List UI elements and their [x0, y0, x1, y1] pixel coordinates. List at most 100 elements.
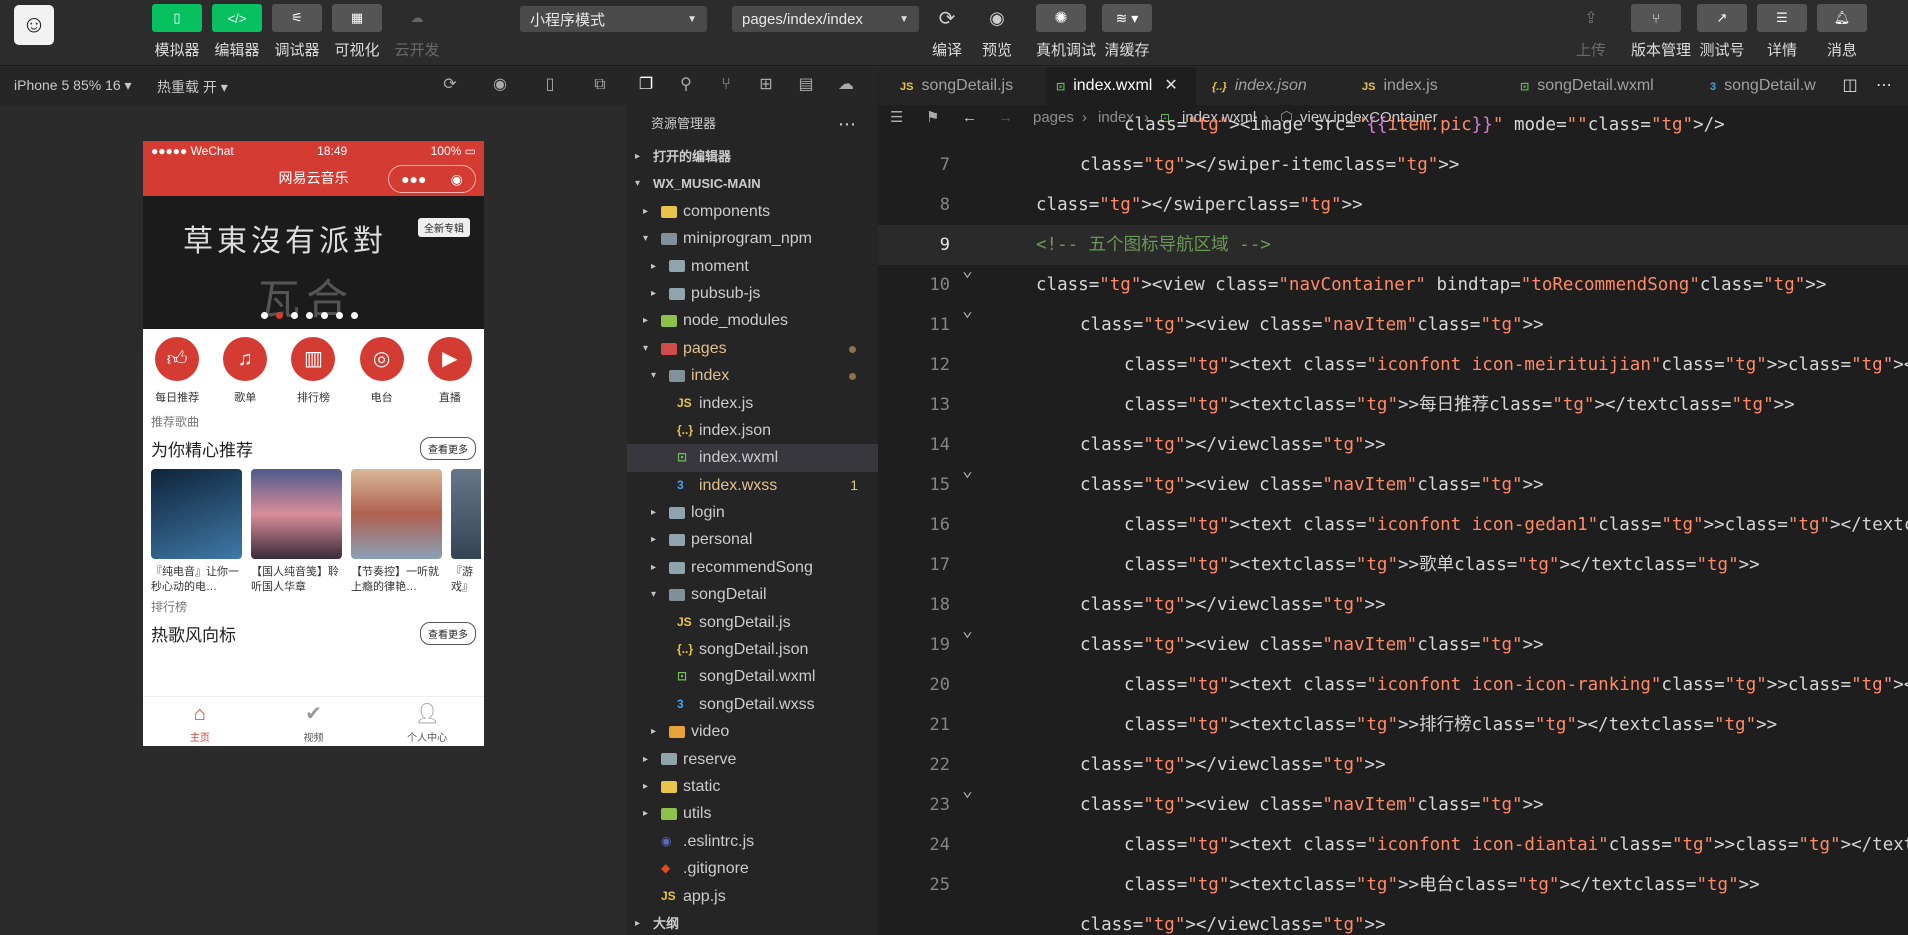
chevron-right-icon[interactable]: ▸ [651, 280, 656, 307]
tree-folder[interactable]: ▸ personal [627, 526, 878, 553]
code-line[interactable]: 9 <!-- 五个图标导航区域 --> [878, 225, 1908, 265]
code-line[interactable]: class="tg"><image src="{{item.pic}}" mod… [878, 105, 1908, 145]
tab-index-wxml[interactable]: ⊡ index.wxml ✕ [1046, 67, 1196, 105]
code-line[interactable]: 25 class="tg"><textclass="tg">>电台class="t… [878, 865, 1908, 905]
tree-file[interactable]: JS app.js [627, 883, 878, 910]
page-select[interactable]: pages/index/index ▼ [732, 6, 919, 32]
stop-icon[interactable]: ◉ [490, 75, 510, 95]
fold-chevron-icon[interactable]: ⌄ [962, 291, 973, 331]
nav-daily[interactable]: 👍︎ 每日推荐 [147, 337, 207, 409]
chevron-right-icon[interactable]: ▸ [651, 499, 656, 526]
code-line[interactable]: class="tg"></viewclass="tg">> [878, 905, 1908, 935]
tree-file[interactable]: ⊡ index.wxml [627, 444, 878, 472]
code-line[interactable]: 19 ⌄ class="tg"><view class="navItem"class… [878, 620, 1908, 665]
tree-section[interactable]: ▸ 大纲 [627, 910, 878, 935]
tab-songdetail-wxml[interactable]: ⊡ songDetail.wxml [1510, 67, 1660, 105]
code-line[interactable]: 21 class="tg"><textclass="tg">>排行榜class="… [878, 705, 1908, 745]
tree-file[interactable]: ◆ .gitignore [627, 855, 878, 882]
extensions-icon[interactable]: ⊞ [756, 75, 776, 95]
chevron-down-icon[interactable]: ▾ [651, 362, 656, 389]
tree-file[interactable]: {..} index.json [627, 417, 878, 444]
mode-select[interactable]: 小程序模式 ▼ [520, 6, 707, 32]
chevron-right-icon[interactable]: ▸ [651, 253, 656, 280]
more-dots-icon[interactable]: ●●● [401, 162, 426, 197]
capsule-menu[interactable]: ●●● ◉ [388, 165, 476, 193]
tree-file[interactable]: {..} songDetail.json [627, 636, 878, 663]
nav-live[interactable]: ▶ 直播 [420, 337, 480, 409]
tree-folder[interactable]: ▸ components [627, 198, 878, 225]
fold-chevron-icon[interactable]: ⌄ [962, 451, 973, 491]
user-avatar[interactable]: ☺ [14, 5, 54, 45]
debugger-button[interactable]: ⚟ 调试器 [272, 4, 322, 60]
code-line[interactable]: 7 class="tg"></swiper-itemclass="tg">> [878, 145, 1908, 185]
tree-folder[interactable]: ▸ static [627, 773, 878, 800]
nav-ranking[interactable]: ▥ 排行榜 [283, 337, 343, 409]
remote-debug-button[interactable]: ✺ 真机调试 [1036, 4, 1096, 60]
tree-folder[interactable]: ▾ pages [627, 335, 878, 362]
messages-button[interactable]: 🔔︎ 消息 [1817, 4, 1867, 60]
chevron-right-icon[interactable]: ▸ [643, 198, 648, 225]
chevron-right-icon[interactable]: ▸ [651, 718, 656, 745]
tab-index-json[interactable]: {..} index.json [1202, 67, 1322, 105]
compile-button[interactable]: ⟳ 编译 [922, 4, 972, 60]
recommend-item[interactable]: 『纯电音』让你一秒心动的电… [151, 469, 242, 594]
tree-section[interactable]: ▾ WX_MUSIC-MAIN [627, 170, 878, 197]
chevron-right-icon[interactable]: ▸ [635, 143, 640, 170]
upload-button[interactable]: ⇪ 上传 [1566, 4, 1616, 60]
nav-radio[interactable]: ◎ 电台 [352, 337, 412, 409]
phone-icon[interactable]: ▯ [540, 75, 560, 95]
editor-button[interactable]: </> 编辑器 [212, 4, 262, 60]
simulator-button[interactable]: ▯ 模拟器 [152, 4, 202, 60]
hot-reload-toggle[interactable]: 热重载 开 ▾ [157, 77, 228, 97]
chevron-right-icon[interactable]: ▸ [635, 910, 640, 935]
code-line[interactable]: 23 ⌄ class="tg"><view class="navItem"class… [878, 780, 1908, 825]
chevron-right-icon[interactable]: ▸ [643, 800, 648, 827]
details-button[interactable]: ☰ 详情 [1757, 4, 1807, 60]
tab-personal[interactable]: 👤︎ 个人中心 [387, 697, 467, 746]
chevron-right-icon[interactable]: ▸ [643, 307, 648, 334]
tree-file[interactable]: 3 songDetail.wxss [627, 691, 878, 718]
popout-icon[interactable]: ⧉ [590, 75, 610, 95]
code-line[interactable]: 20 class="tg"><text class="iconfont icon-… [878, 665, 1908, 705]
chevron-down-icon[interactable]: ▾ [651, 581, 656, 608]
close-icon[interactable]: ✕ [1164, 77, 1177, 94]
code-line[interactable]: 15 ⌄ class="tg"><view class="navItem"class… [878, 460, 1908, 505]
tab-index-js[interactable]: JS index.js [1352, 67, 1452, 105]
more-icon[interactable]: ⋯ [1874, 76, 1894, 96]
code-line[interactable]: 11 ⌄ class="tg"><view class="navItem"class… [878, 300, 1908, 345]
visual-button[interactable]: ▦ 可视化 [332, 4, 382, 60]
tab-songdetail-wxss[interactable]: 3 songDetail.w [1700, 67, 1835, 105]
code-line[interactable]: 10 ⌄ class="tg"><view class="navContainer"… [878, 260, 1908, 305]
chevron-right-icon[interactable]: ▸ [643, 746, 648, 773]
code-line[interactable]: 22 class="tg"></viewclass="tg">> [878, 745, 1908, 785]
tree-file[interactable]: ⊡ songDetail.wxml [627, 663, 878, 690]
code-line[interactable]: 12 class="tg"><text class="iconfont icon-… [878, 345, 1908, 385]
tree-folder[interactable]: ▸ reserve [627, 746, 878, 773]
code-line[interactable]: 18 class="tg"></viewclass="tg">> [878, 585, 1908, 625]
code-line[interactable]: 14 class="tg"></viewclass="tg">> [878, 425, 1908, 465]
tab-home[interactable]: ⌂ 主页 [160, 697, 240, 746]
chevron-down-icon[interactable]: ▾ [643, 225, 648, 252]
code-line[interactable]: 17 class="tg"><textclass="tg">>歌单class="t… [878, 545, 1908, 585]
tab-songdetail-js[interactable]: JS songDetail.js [890, 67, 1014, 105]
recommend-item[interactable]: 『游戏』必备… [451, 469, 481, 594]
tree-file[interactable]: ◉ .eslintrc.js [627, 828, 878, 855]
cloud-icon[interactable]: ☁ [836, 75, 856, 95]
chevron-down-icon[interactable]: ▾ [635, 170, 640, 197]
preview-button[interactable]: ◉ 预览 [972, 4, 1022, 60]
fold-chevron-icon[interactable]: ⌄ [962, 611, 973, 651]
tree-folder[interactable]: ▾ index [627, 362, 878, 389]
recommend-item[interactable]: 【节奏控】一听就上瘾的律艳… [351, 469, 442, 594]
code-line[interactable]: 16 class="tg"><text class="iconfont icon-… [878, 505, 1908, 545]
tree-file[interactable]: JS index.js [627, 390, 878, 417]
nav-playlist[interactable]: ♫ 歌单 [215, 337, 275, 409]
cloud-dev-button[interactable]: ☁ 云开发 [392, 4, 442, 60]
tree-folder[interactable]: ▸ login [627, 499, 878, 526]
split-editor-icon[interactable]: ◫ [1840, 76, 1860, 96]
tree-folder[interactable]: ▾ songDetail [627, 581, 878, 608]
code-area[interactable]: class="tg"><image src="{{item.pic}}" mod… [878, 115, 1908, 935]
refresh-icon[interactable]: ⟳ [440, 75, 460, 95]
close-target-icon[interactable]: ◉ [451, 162, 463, 197]
tree-file[interactable]: 3 index.wxss 1 [627, 472, 878, 499]
tree-folder[interactable]: ▸ recommendSong [627, 554, 878, 581]
